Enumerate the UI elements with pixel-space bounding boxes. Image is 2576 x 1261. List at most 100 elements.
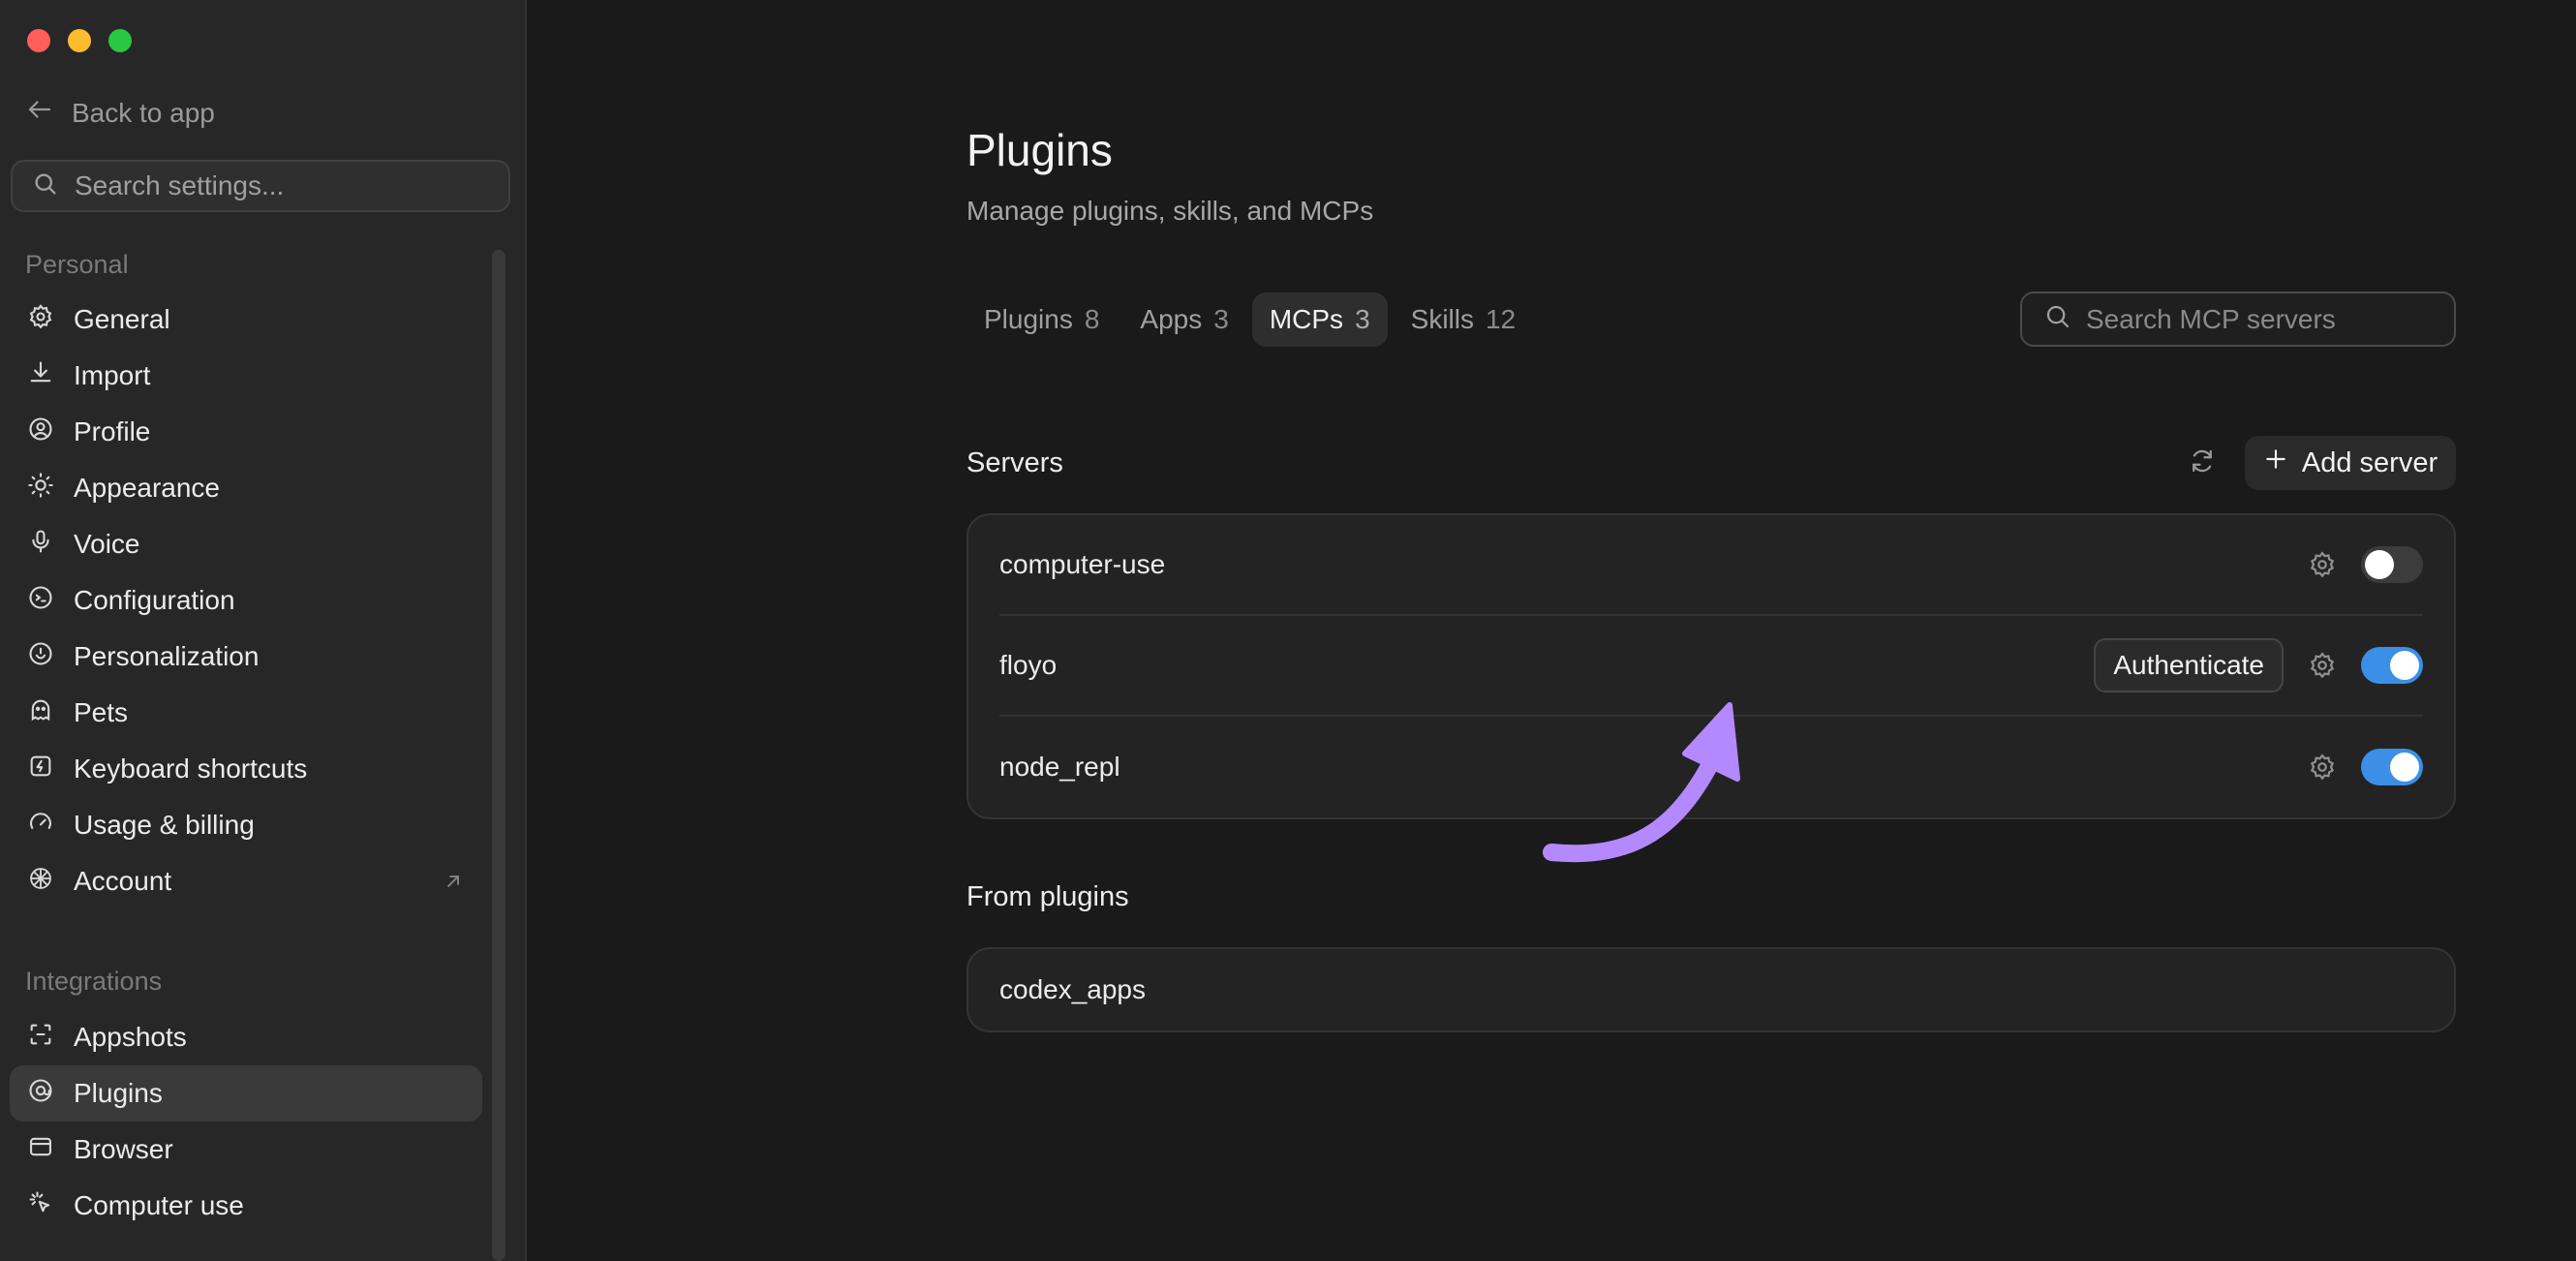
user-circle-icon bbox=[27, 415, 54, 449]
sidebar-item-configuration[interactable]: Configuration bbox=[10, 572, 482, 629]
toggle-knob bbox=[2390, 651, 2419, 680]
gear-icon bbox=[2310, 551, 2335, 578]
sidebar-item-keyboard-shortcuts[interactable]: Keyboard shortcuts bbox=[10, 741, 482, 797]
download-icon bbox=[27, 359, 54, 393]
toggle-knob bbox=[2390, 753, 2419, 782]
sidebar-item-label: Personalization bbox=[74, 641, 260, 671]
sidebar-item-label: Profile bbox=[74, 416, 151, 446]
sidebar-item-plugins[interactable]: Plugins bbox=[10, 1065, 482, 1122]
sidebar-item-label: Configuration bbox=[74, 585, 235, 615]
pet-icon bbox=[27, 696, 54, 730]
server-name: codex_apps bbox=[999, 974, 1147, 1004]
tab-count: 3 bbox=[1355, 304, 1370, 334]
sun-icon bbox=[27, 472, 54, 506]
server-name: floyo bbox=[999, 650, 1058, 680]
section-label-personal: Personal bbox=[25, 250, 129, 279]
tab-skills[interactable]: Skills 12 bbox=[1394, 292, 1534, 347]
authenticate-button[interactable]: Authenticate bbox=[2094, 638, 2284, 692]
servers-heading: Servers bbox=[966, 447, 1063, 478]
tab-mcps[interactable]: MCPs 3 bbox=[1251, 292, 1388, 347]
minimize-window-button[interactable] bbox=[68, 29, 91, 52]
server-name: computer-use bbox=[999, 549, 1166, 579]
server-settings-button[interactable] bbox=[2307, 549, 2338, 580]
sidebar-item-label: Appearance bbox=[74, 473, 221, 503]
page-subtitle: Manage plugins, skills, and MCPs bbox=[966, 196, 1374, 226]
integrations-nav: Appshots Plugins Browser Computer use bbox=[10, 1009, 482, 1234]
sidebar-item-browser[interactable]: Browser bbox=[10, 1122, 482, 1178]
maximize-window-button[interactable] bbox=[108, 29, 132, 52]
arrow-left-icon bbox=[25, 95, 54, 131]
toggle-knob bbox=[2365, 550, 2394, 579]
microphone-icon bbox=[27, 528, 54, 562]
config-icon bbox=[27, 584, 54, 618]
sidebar-item-label: Keyboard shortcuts bbox=[74, 754, 308, 784]
server-enable-toggle[interactable] bbox=[2361, 546, 2423, 583]
settings-search-box[interactable] bbox=[11, 160, 510, 212]
sidebar-item-appearance[interactable]: Appearance bbox=[10, 460, 482, 516]
search-icon bbox=[2043, 302, 2072, 336]
back-to-app-label: Back to app bbox=[72, 97, 215, 128]
sidebar-item-label: Account bbox=[74, 866, 172, 896]
server-settings-button[interactable] bbox=[2307, 752, 2338, 783]
plugin-tabs: Plugins 8 Apps 3 MCPs 3 Skills 12 bbox=[966, 292, 1533, 347]
close-window-button[interactable] bbox=[27, 29, 50, 52]
mcp-search-box[interactable] bbox=[2020, 292, 2456, 347]
sidebar-item-label: Computer use bbox=[74, 1190, 244, 1220]
sidebar-item-label: Browser bbox=[74, 1134, 173, 1164]
settings-main: Plugins Manage plugins, skills, and MCPs… bbox=[529, 0, 2576, 1261]
browser-icon bbox=[27, 1133, 54, 1167]
external-link-icon bbox=[447, 876, 459, 887]
sidebar-item-account[interactable]: Account bbox=[10, 853, 482, 909]
settings-search-input[interactable] bbox=[75, 170, 481, 201]
sidebar-item-personalization[interactable]: Personalization bbox=[10, 629, 482, 685]
sidebar-item-label: Appshots bbox=[74, 1022, 187, 1052]
tab-label: Skills bbox=[1410, 304, 1474, 334]
sidebar-item-voice[interactable]: Voice bbox=[10, 516, 482, 572]
search-icon bbox=[32, 170, 59, 202]
pointer-icon bbox=[27, 1189, 54, 1223]
tab-count: 12 bbox=[1485, 304, 1517, 334]
tab-plugins[interactable]: Plugins 8 bbox=[966, 292, 1117, 347]
keyboard-shortcut-icon bbox=[27, 753, 54, 786]
plugin-servers-card: codex_apps bbox=[966, 947, 2456, 1032]
mcp-search-input[interactable] bbox=[2086, 303, 2435, 335]
sidebar-item-appshots[interactable]: Appshots bbox=[10, 1009, 482, 1065]
server-name: node_repl bbox=[999, 752, 1120, 782]
personal-nav: General Import Profile Appearance Voice … bbox=[10, 292, 482, 909]
section-label-integrations: Integrations bbox=[25, 967, 163, 996]
sidebar-item-import[interactable]: Import bbox=[10, 348, 482, 404]
plus-icon bbox=[2263, 446, 2288, 479]
sidebar-item-computer-use[interactable]: Computer use bbox=[10, 1178, 482, 1234]
account-icon bbox=[27, 865, 54, 899]
annotation-arrow-icon bbox=[1543, 702, 1740, 863]
tab-label: MCPs bbox=[1269, 304, 1344, 334]
server-enable-toggle[interactable] bbox=[2361, 749, 2423, 785]
server-settings-button[interactable] bbox=[2307, 650, 2338, 681]
plugin-server-row[interactable]: codex_apps bbox=[999, 949, 2423, 1030]
tab-label: Apps bbox=[1140, 304, 1203, 334]
plugins-icon bbox=[27, 1077, 54, 1111]
server-enable-toggle[interactable] bbox=[2361, 647, 2423, 684]
sidebar-item-label: General bbox=[74, 304, 170, 334]
tab-apps[interactable]: Apps 3 bbox=[1122, 292, 1245, 347]
sidebar-item-label: Pets bbox=[74, 697, 129, 727]
sidebar-scrollbar[interactable] bbox=[492, 250, 506, 1261]
sidebar-item-general[interactable]: General bbox=[10, 292, 482, 348]
gear-icon bbox=[2310, 652, 2335, 679]
tab-count: 3 bbox=[1213, 304, 1229, 334]
sidebar-item-profile[interactable]: Profile bbox=[10, 404, 482, 460]
sidebar-item-usage-billing[interactable]: Usage & billing bbox=[10, 797, 482, 853]
refresh-button[interactable] bbox=[2185, 446, 2220, 480]
sidebar-item-label: Voice bbox=[74, 529, 140, 559]
page-title: Plugins bbox=[966, 125, 1113, 175]
tab-label: Plugins bbox=[984, 304, 1073, 334]
from-plugins-heading: From plugins bbox=[966, 881, 1129, 912]
server-row-computer-use: computer-use bbox=[999, 515, 2423, 616]
sidebar-item-label: Plugins bbox=[74, 1078, 163, 1108]
sidebar-item-pets[interactable]: Pets bbox=[10, 685, 482, 741]
add-server-button[interactable]: Add server bbox=[2245, 436, 2456, 490]
tab-count: 8 bbox=[1084, 304, 1100, 334]
appshots-icon bbox=[27, 1021, 54, 1055]
back-to-app-link[interactable]: Back to app bbox=[25, 95, 215, 131]
gear-icon bbox=[27, 303, 54, 337]
